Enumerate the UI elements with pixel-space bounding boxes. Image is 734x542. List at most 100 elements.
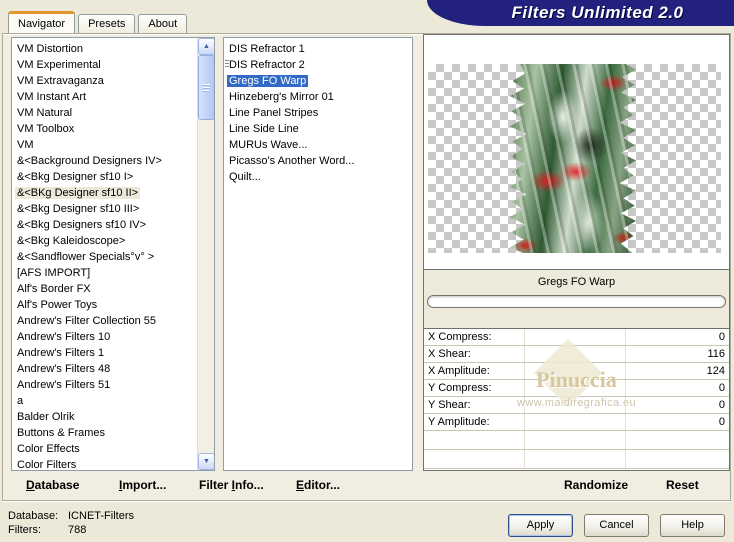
reset-button[interactable]: Reset	[666, 478, 699, 492]
preview-slider[interactable]	[427, 295, 726, 308]
transparency-checker	[428, 64, 721, 253]
parameter-slider-row[interactable]: X Amplitude: 124	[424, 363, 729, 380]
scrollbar-thumb[interactable]	[198, 55, 214, 120]
category-item[interactable]: VM Distortion	[15, 41, 214, 57]
parameter-value: 0	[718, 331, 725, 343]
row-marker-icon	[225, 60, 229, 69]
filter-item[interactable]: MURUs Wave...	[227, 137, 412, 153]
help-button[interactable]: Help	[660, 514, 725, 537]
title-banner: Filters Unlimited 2.0	[427, 0, 734, 26]
parameter-label: Y Compress:	[428, 382, 492, 394]
filter-item[interactable]: Quilt...	[227, 169, 412, 185]
category-item[interactable]: [AFS IMPORT]	[15, 265, 214, 281]
filter-item[interactable]: Line Side Line	[227, 121, 412, 137]
category-item[interactable]: &<Background Designers IV>	[15, 153, 214, 169]
category-item[interactable]: Color Filters	[15, 457, 214, 470]
category-item[interactable]: &<Bkg Designer sf10 III>	[15, 201, 214, 217]
tab-about[interactable]: About	[138, 14, 188, 33]
navigator-page: VM Distortion VM Experimental VM Extrava…	[2, 33, 731, 501]
category-item[interactable]: VM Experimental	[15, 57, 214, 73]
category-item[interactable]: VM Toolbox	[15, 121, 214, 137]
filters-unlimited-dialog: Filters Unlimited 2.0 Navigator Presets …	[0, 0, 734, 542]
parameter-slider-row[interactable]: Y Amplitude: 0	[424, 414, 729, 431]
category-item[interactable]: &<Bkg Kaleidoscope>	[15, 233, 214, 249]
database-status: Database: ICNET-Filters Filters: 788	[8, 509, 134, 537]
filter-item[interactable]: Hinzeberg's Mirror 01	[227, 89, 412, 105]
parameter-value: 124	[706, 365, 725, 377]
category-listbox: VM Distortion VM Experimental VM Extrava…	[11, 37, 215, 471]
scroll-up-icon: ▲	[203, 43, 210, 50]
tab-bar: Navigator Presets About	[8, 11, 188, 33]
category-list: VM Distortion VM Experimental VM Extrava…	[12, 38, 214, 470]
category-item[interactable]: Alf's Border FX	[15, 281, 214, 297]
parameter-label: Y Shear:	[428, 399, 471, 411]
database-value: ICNET-Filters	[68, 510, 134, 522]
parameter-label: X Shear:	[428, 348, 471, 360]
parameter-label: X Compress:	[428, 331, 492, 343]
parameters-box: X Compress: 0 X Shear: 116 X Amplitude: …	[424, 328, 729, 470]
cancel-button[interactable]: Cancel	[584, 514, 649, 537]
filter-item[interactable]: Picasso's Another Word...	[227, 153, 412, 169]
parameter-slider-row[interactable]: X Shear: 116	[424, 346, 729, 363]
filter-item[interactable]: DIS Refractor 2	[227, 57, 412, 73]
import-button[interactable]: Import...	[119, 478, 166, 492]
category-item[interactable]: Andrew's Filters 48	[15, 361, 214, 377]
category-scrollbar[interactable]: ▲ ▼	[197, 38, 214, 470]
category-item[interactable]: Andrew's Filters 51	[15, 377, 214, 393]
scroll-up-button[interactable]: ▲	[198, 38, 214, 55]
category-item[interactable]: Buttons & Frames	[15, 425, 214, 441]
category-item[interactable]: VM	[15, 137, 214, 153]
parameter-value: 0	[718, 399, 725, 411]
category-item[interactable]: Andrew's Filters 1	[15, 345, 214, 361]
parameter-label: X Amplitude:	[428, 365, 490, 377]
parameter-value: 116	[707, 348, 725, 360]
parameter-value: 0	[718, 416, 725, 428]
filters-value: 788	[68, 524, 87, 536]
category-item[interactable]: a	[15, 393, 214, 409]
filter-item[interactable]: Gregs FO Warp	[227, 73, 412, 89]
parameter-list: X Compress: 0 X Shear: 116 X Amplitude: …	[424, 329, 729, 431]
dialog-title: Filters Unlimited 2.0	[511, 3, 684, 22]
scroll-down-button[interactable]: ▼	[198, 453, 214, 470]
tab-presets[interactable]: Presets	[78, 14, 136, 33]
category-item[interactable]: &<Bkg Designer sf10 I>	[15, 169, 214, 185]
preview-area	[424, 35, 729, 269]
preview-slider-zone	[424, 293, 729, 328]
category-item[interactable]: Alf's Power Toys	[15, 297, 214, 313]
category-item[interactable]: Andrew's Filters 10	[15, 329, 214, 345]
tab-navigator[interactable]: Navigator	[8, 11, 76, 33]
filter-info-button[interactable]: Filter Info...	[199, 478, 264, 492]
category-item[interactable]: Balder Olrik	[15, 409, 214, 425]
filter-preview-image	[510, 64, 636, 253]
filter-name-header: Gregs FO Warp	[424, 269, 729, 293]
bottom-toolbar: Database Import... Filter Info... Editor…	[3, 471, 730, 500]
database-button[interactable]: Database	[26, 478, 79, 492]
filter-listbox: DIS Refractor 1 DIS Refractor 2 Gregs FO…	[223, 37, 413, 471]
filter-item[interactable]: Line Panel Stripes	[227, 105, 412, 121]
category-item[interactable]: Andrew's Filter Collection 55	[15, 313, 214, 329]
editor-button[interactable]: Editor...	[296, 478, 340, 492]
empty-parameter-row	[424, 450, 729, 469]
status-bar: Database: ICNET-Filters Filters: 788 App…	[0, 503, 734, 542]
category-item[interactable]: &<BKg Designer sf10 II>	[15, 185, 214, 201]
parameter-label: Y Amplitude:	[428, 416, 490, 428]
parameter-slider-row[interactable]: Y Shear: 0	[424, 397, 729, 414]
category-item[interactable]: &<Sandflower Specials°v° >	[15, 249, 214, 265]
randomize-button[interactable]: Randomize	[564, 478, 628, 492]
scroll-down-icon: ▼	[203, 458, 210, 465]
category-item[interactable]: VM Natural	[15, 105, 214, 121]
category-item[interactable]: VM Instant Art	[15, 89, 214, 105]
parameter-slider-row[interactable]: Y Compress: 0	[424, 380, 729, 397]
parameter-value: 0	[718, 382, 725, 394]
filter-list: DIS Refractor 1 DIS Refractor 2 Gregs FO…	[224, 38, 412, 185]
apply-button[interactable]: Apply	[508, 514, 573, 537]
filter-item[interactable]: DIS Refractor 1	[227, 41, 412, 57]
filter-settings-panel: Gregs FO Warp X Compress: 0 X Shear: 116…	[423, 34, 730, 471]
category-item[interactable]: &<Bkg Designers sf10 IV>	[15, 217, 214, 233]
category-item[interactable]: VM Extravaganza	[15, 73, 214, 89]
filters-label: Filters:	[8, 524, 41, 536]
database-label: Database:	[8, 510, 59, 522]
category-item[interactable]: Color Effects	[15, 441, 214, 457]
empty-parameter-row	[424, 431, 729, 450]
parameter-slider-row[interactable]: X Compress: 0	[424, 329, 729, 346]
